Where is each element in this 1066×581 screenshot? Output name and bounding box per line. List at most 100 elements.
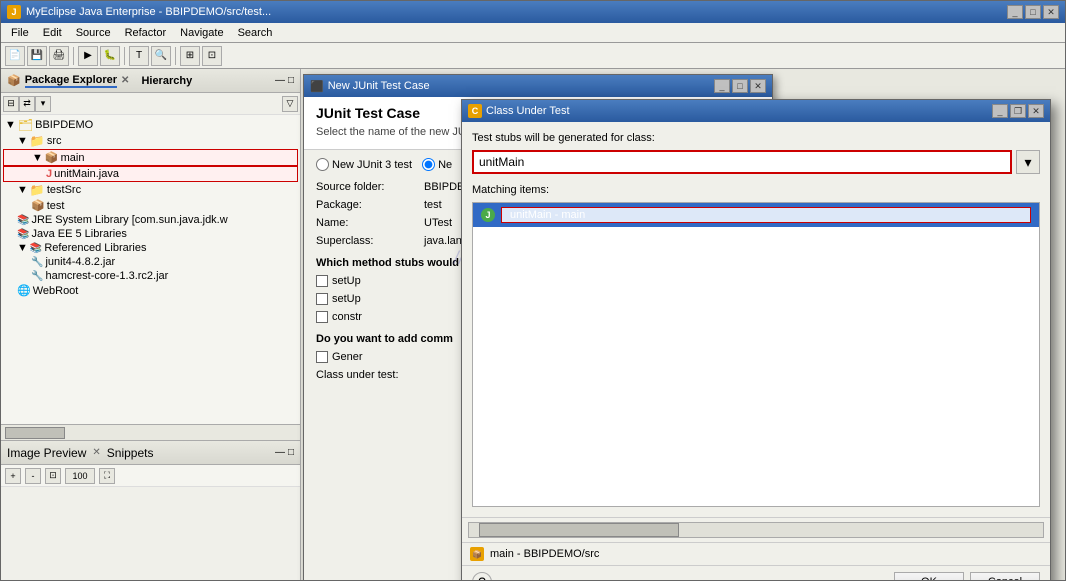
cut-restore-button[interactable]: ❐ bbox=[1010, 104, 1026, 118]
folder-icon: 📁 bbox=[30, 134, 45, 148]
tree-item-test[interactable]: 📦 test bbox=[3, 198, 298, 213]
right-area: ⬛ New JUnit Test Case _ □ ✕ JUnit Test C… bbox=[301, 69, 1065, 580]
java-icon: J bbox=[46, 168, 52, 180]
junit-close-button[interactable]: ✕ bbox=[750, 79, 766, 93]
minimize-panel-button[interactable]: — bbox=[275, 75, 285, 86]
tree-item-main[interactable]: ▼ 📦 main bbox=[3, 149, 298, 166]
cut-close-button[interactable]: ✕ bbox=[1028, 104, 1044, 118]
expand-all-button[interactable]: ▽ bbox=[282, 96, 298, 112]
tree-item-testsrc[interactable]: ▼ 📁 testSrc bbox=[3, 182, 298, 198]
collapse-all-button[interactable]: ⊟ bbox=[3, 96, 19, 112]
matching-item-label-0: unitMain - main bbox=[501, 207, 1031, 223]
cut-dialog-body: Test stubs will be generated for class: … bbox=[462, 122, 1050, 517]
tree-label-reflibs: Referenced Libraries bbox=[44, 242, 146, 254]
zoom-in-button[interactable]: + bbox=[5, 468, 21, 484]
zoom-100-button[interactable]: 100 bbox=[65, 468, 95, 484]
cut-ok-button[interactable]: OK bbox=[894, 572, 964, 580]
explorer-menu-button[interactable]: ▾ bbox=[35, 96, 51, 112]
package-explorer-close[interactable]: ✕ bbox=[121, 75, 129, 86]
cut-footer-buttons: OK Cancel bbox=[894, 572, 1040, 580]
web-icon: 🌐 bbox=[17, 284, 31, 297]
tree-item-junit-jar[interactable]: 🔧 junit4-4.8.2.jar bbox=[3, 255, 298, 269]
bottom-max-button[interactable]: □ bbox=[288, 447, 294, 458]
cut-dialog-title-left: C Class Under Test bbox=[468, 104, 570, 118]
junit-minimize-button[interactable]: _ bbox=[714, 79, 730, 93]
tree-item-src[interactable]: ▼ 📁 src bbox=[3, 133, 298, 149]
checkbox-setup1-box[interactable] bbox=[316, 275, 328, 287]
panel-header-left: 📦 Package Explorer ✕ Hierarchy bbox=[7, 74, 192, 88]
image-preview-tab[interactable]: Image Preview bbox=[7, 446, 86, 460]
bottom-min-button[interactable]: — bbox=[275, 447, 285, 458]
menu-file[interactable]: File bbox=[5, 26, 35, 40]
bottom-toolbar: + - ⊡ 100 ⛶ bbox=[1, 465, 300, 487]
new-button[interactable]: 📄 bbox=[5, 46, 25, 66]
tree-label-javaee: Java EE 5 Libraries bbox=[31, 228, 126, 240]
menu-source[interactable]: Source bbox=[70, 26, 117, 40]
matching-item-icon-0: J bbox=[481, 208, 495, 222]
checkbox-generate-box[interactable] bbox=[316, 351, 328, 363]
open-type-button[interactable]: T bbox=[129, 46, 149, 66]
checkbox-constr-label: constr bbox=[332, 311, 362, 323]
cut-dropdown-button[interactable]: ▾ bbox=[1016, 150, 1040, 174]
bottom-panel-controls: — □ bbox=[275, 447, 294, 458]
cut-input-field[interactable] bbox=[472, 150, 1012, 174]
search-button[interactable]: 🔍 bbox=[151, 46, 171, 66]
menu-edit[interactable]: Edit bbox=[37, 26, 68, 40]
tree-item-bbipdemo[interactable]: ▼ 🗂 BBIPDEMO bbox=[3, 117, 298, 133]
matching-item-0[interactable]: J unitMain - main bbox=[473, 203, 1039, 227]
package-explorer-tab[interactable]: Package Explorer bbox=[25, 74, 117, 88]
cut-help-button[interactable]: ? bbox=[472, 572, 492, 580]
cut-minimize-button[interactable]: _ bbox=[992, 104, 1008, 118]
radio-junit4-input[interactable] bbox=[422, 158, 435, 171]
cut-input-row: ▾ bbox=[472, 150, 1040, 174]
zoom-fit-button[interactable]: ⊡ bbox=[45, 468, 61, 484]
main-toolbar: 📄 💾 🖨 ▶ 🐛 T 🔍 ⊞ ⊡ bbox=[1, 43, 1065, 69]
zoom-out-button[interactable]: - bbox=[25, 468, 41, 484]
expand-icon: ▼ bbox=[17, 184, 28, 196]
menu-search[interactable]: Search bbox=[232, 26, 279, 40]
radio-junit4[interactable]: Ne bbox=[422, 158, 452, 171]
perspective-button[interactable]: ⊞ bbox=[180, 46, 200, 66]
cut-status-icon: 📦 bbox=[470, 547, 484, 561]
zoom-fullscreen-button[interactable]: ⛶ bbox=[99, 468, 115, 484]
toolbar-sep2 bbox=[124, 47, 125, 65]
menu-navigate[interactable]: Navigate bbox=[174, 26, 229, 40]
matching-list: J unitMain - main bbox=[472, 202, 1040, 507]
radio-junit3[interactable]: New JUnit 3 test bbox=[316, 158, 412, 171]
project-icon: 🗂 bbox=[18, 118, 33, 132]
tree-item-hamcrest-jar[interactable]: 🔧 hamcrest-core-1.3.rc2.jar bbox=[3, 269, 298, 283]
close-button[interactable]: ✕ bbox=[1043, 5, 1059, 19]
cut-cancel-button[interactable]: Cancel bbox=[970, 572, 1040, 580]
lib-icon: 📚 bbox=[30, 243, 42, 254]
checkbox-constr-box[interactable] bbox=[316, 311, 328, 323]
snippets-tab[interactable]: Snippets bbox=[107, 446, 154, 460]
print-button[interactable]: 🖨 bbox=[49, 46, 69, 66]
hierarchy-tab[interactable]: Hierarchy bbox=[141, 75, 192, 87]
package-label: Package: bbox=[316, 199, 416, 211]
tree-item-javaee[interactable]: 📚 Java EE 5 Libraries bbox=[3, 227, 298, 241]
checkbox-setup2-label: setUp bbox=[332, 293, 361, 305]
cut-hscrollbar[interactable] bbox=[468, 522, 1044, 538]
debug-button[interactable]: 🐛 bbox=[100, 46, 120, 66]
tree-item-webroot[interactable]: 🌐 WebRoot bbox=[3, 283, 298, 298]
junit-dialog-title-left: ⬛ New JUnit Test Case bbox=[310, 80, 430, 93]
maximize-button[interactable]: □ bbox=[1025, 5, 1041, 19]
radio-junit3-input[interactable] bbox=[316, 158, 329, 171]
run-button[interactable]: ▶ bbox=[78, 46, 98, 66]
perspective2-button[interactable]: ⊡ bbox=[202, 46, 222, 66]
menu-refactor[interactable]: Refactor bbox=[119, 26, 173, 40]
tree-item-reflibs[interactable]: ▼ 📚 Referenced Libraries bbox=[3, 241, 298, 255]
link-editor-button[interactable]: ⇄ bbox=[19, 96, 35, 112]
checkbox-setup2-box[interactable] bbox=[316, 293, 328, 305]
tree-item-unitmain[interactable]: J unitMain.java bbox=[3, 166, 298, 182]
tree-item-jre[interactable]: 📚 JRE System Library [com.sun.java.jdk.w bbox=[3, 213, 298, 227]
junit-maximize-button[interactable]: □ bbox=[732, 79, 748, 93]
jar-icon: 🔧 bbox=[31, 271, 43, 282]
cut-dialog-title-bar: C Class Under Test _ ❐ ✕ bbox=[462, 100, 1050, 122]
minimize-button[interactable]: _ bbox=[1007, 5, 1023, 19]
tree-scrollbar[interactable] bbox=[1, 424, 300, 440]
image-preview-close[interactable]: ✕ bbox=[92, 447, 100, 458]
save-button[interactable]: 💾 bbox=[27, 46, 47, 66]
folder-icon: 📁 bbox=[30, 183, 45, 197]
maximize-panel-button[interactable]: □ bbox=[288, 75, 294, 86]
